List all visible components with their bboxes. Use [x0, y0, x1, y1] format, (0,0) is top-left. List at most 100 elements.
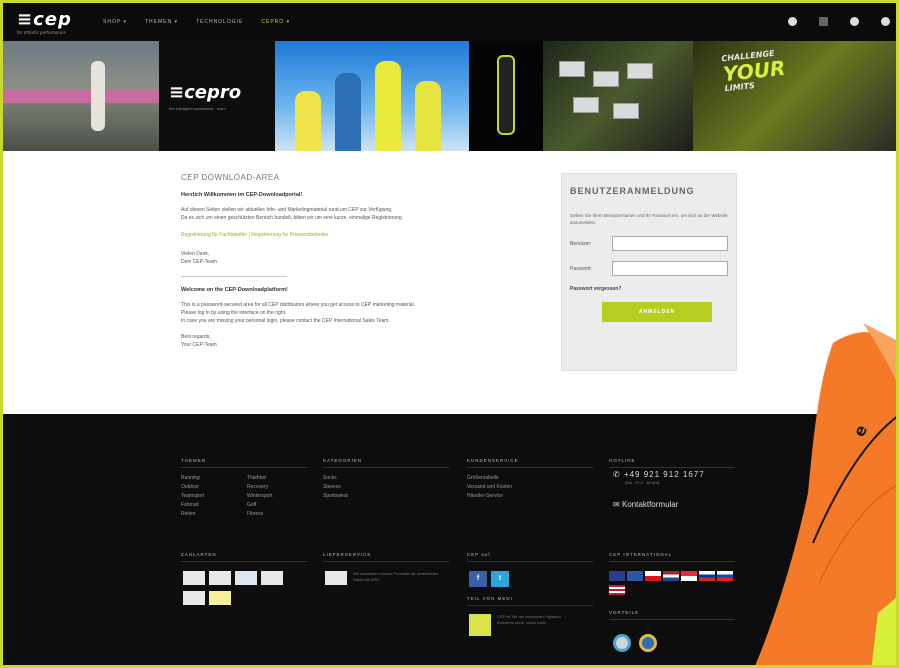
cep-logo[interactable]: ≡cep for athletic performance [17, 9, 87, 35]
footer-cep-auf-heading: CEP auf [467, 552, 593, 562]
payment-logo [209, 591, 231, 605]
footer-link[interactable]: Reiten [181, 510, 204, 519]
footer-hotline-heading: HOTLINE [609, 458, 735, 468]
divider [181, 276, 287, 277]
footer-link[interactable]: Running [181, 474, 204, 483]
footer-kundenservice-list: Größentabelle Versand und Kosten Händler… [467, 474, 512, 501]
challenge-text: CHALLENGE YOUR LIMITS [721, 48, 787, 94]
register-dealer-link[interactable]: Registrierung für Fachhändler [181, 232, 247, 238]
flag-cz-icon[interactable] [645, 571, 661, 581]
password-input[interactable] [612, 261, 728, 276]
username-input[interactable] [612, 236, 728, 251]
footer-link[interactable]: Fahrrad [181, 501, 204, 510]
medi-text: CEP ist Teil der deutschen Hightech Konz… [497, 614, 561, 625]
footer-link[interactable]: Outdoor [181, 483, 204, 492]
hero-banner: ≡cepro the intelligent sportswear · team… [3, 41, 896, 151]
bag-icon[interactable] [819, 17, 828, 26]
thanks-line-1: Vielen Dank, [181, 251, 210, 257]
footer-link[interactable]: Wintersport [247, 492, 273, 501]
welcome-heading-de: Herzlich Willkommen im CEP-Downloadporta… [181, 192, 303, 198]
banner-booth-photo [543, 41, 693, 151]
contact-form-link[interactable]: ✉ Kontaktformular [613, 500, 678, 509]
footer-link[interactable]: Sleeves [323, 483, 348, 492]
hotline-number[interactable]: ✆ +49 921 912 1677 [613, 470, 705, 479]
login-button[interactable]: ANMELDEN [602, 302, 712, 322]
cepro-tagline: the intelligent sportswear · team [169, 105, 226, 111]
footer-link[interactable]: Fitness [247, 510, 273, 519]
payment-logo [183, 591, 205, 605]
logo-text: ≡cep [17, 9, 72, 30]
delivery-text: Wir versenden unsere Produkte als versic… [353, 571, 439, 582]
flag-us-icon[interactable] [609, 585, 625, 595]
logo-tagline: for athletic performance [17, 30, 66, 35]
flag-nl-icon[interactable] [663, 571, 679, 581]
banner-challenge-photo: CHALLENGE YOUR LIMITS [693, 41, 896, 151]
trust-badge-icon [613, 634, 631, 652]
ssl-badge-icon [639, 634, 657, 652]
login-title: BENUTZERANMELDUNG [570, 186, 695, 196]
payment-logo [235, 571, 257, 585]
intro-text-de-1: Auf diesen Seiten stellen wir aktuelles … [181, 207, 393, 213]
forgot-password-link[interactable]: Passwort vergessen? [570, 286, 728, 292]
footer-vorteile-heading: VORTEILE [609, 610, 735, 620]
nav-technologie[interactable]: TECHNOLOGIE [196, 19, 243, 25]
register-press-link[interactable]: Registrierung für Pressemitarbeiter [251, 232, 329, 238]
banner-cepro-logo: ≡cepro the intelligent sportswear · team [159, 41, 275, 151]
footer-themen-heading: THEMEN [181, 458, 307, 468]
footer-teil-heading: TEIL VON MEDI [467, 596, 593, 606]
password-label: Passwort: [570, 265, 592, 272]
footer-kundenservice-heading: KUNDENSERVICE [467, 458, 593, 468]
intro-text-de-2: Da es sich um einen geschützten Bereich … [181, 215, 404, 221]
footer-lieferservice-heading: LIEFERSERVICE [323, 552, 449, 562]
footer-link[interactable]: Triathlon [247, 474, 273, 483]
footer-link[interactable]: Golf [247, 501, 273, 510]
login-panel: BENUTZERANMELDUNG Geben Sie Ihren Benutz… [561, 173, 737, 371]
username-row: Benutzer: [570, 236, 728, 251]
payment-logo [209, 571, 231, 585]
top-nav-bar: ≡cep for athletic performance SHOP ▾ THEM… [3, 3, 896, 41]
finish-tape [3, 89, 159, 103]
footer-link[interactable]: Sportswear [323, 492, 348, 501]
user-icon[interactable] [850, 17, 859, 26]
download-area-text: CEP DOWNLOAD-AREA Herzlich Willkommen im… [181, 173, 521, 349]
header-icons [788, 17, 890, 26]
footer-link[interactable]: Recovery [247, 483, 273, 492]
nav-themen[interactable]: THEMEN ▾ [145, 19, 178, 25]
login-intro: Geben Sie Ihren Benutzernamen und Ihr Pa… [570, 213, 728, 225]
main-nav: SHOP ▾ THEMEN ▾ TECHNOLOGIE CEPRO ▾ [103, 19, 290, 25]
footer-link[interactable]: Teamsport [181, 492, 204, 501]
nav-shop[interactable]: SHOP ▾ [103, 19, 127, 25]
cepro-logo-text: ≡cepro [169, 81, 242, 103]
welcome-heading-en: Welcome on the CEP-Downloadplatform! [181, 287, 288, 293]
flag-ru-icon[interactable] [699, 571, 715, 581]
footer-link[interactable]: Versand und Kosten [467, 483, 512, 492]
banner-athletes-photo [275, 41, 469, 151]
contact-form-text: Kontaktformular [621, 500, 679, 509]
globe-icon[interactable] [788, 17, 797, 26]
nav-cepro[interactable]: CEPRO ▾ [261, 19, 290, 25]
username-label: Benutzer: [570, 240, 592, 247]
page-title: CEP DOWNLOAD-AREA [181, 173, 280, 182]
sock-figure [497, 55, 515, 135]
payment-logo [183, 571, 205, 585]
footer-link[interactable]: Socks [323, 474, 348, 483]
settings-icon[interactable] [881, 17, 890, 26]
intro-text-en-2: Please log in by using the interface on … [181, 310, 287, 316]
flag-uk-icon[interactable] [609, 571, 625, 581]
flag-au-icon[interactable] [627, 571, 643, 581]
footer-link[interactable]: Händler-Service [467, 492, 512, 501]
payment-logo [261, 571, 283, 585]
screenshot-frame: ≡cep for athletic performance SHOP ▾ THEM… [0, 0, 899, 668]
flag-sk-icon[interactable] [717, 571, 733, 581]
twitter-icon[interactable]: t [491, 571, 509, 587]
medi-logo[interactable] [469, 614, 491, 636]
flag-at-icon[interactable] [681, 571, 697, 581]
password-row: Passwort: [570, 261, 728, 276]
thanks-line-2: Dein CEP-Team [181, 259, 217, 265]
phone-icon: ✆ [613, 470, 624, 479]
banner-sock-photo [469, 41, 543, 151]
footer-kategorien-heading: KATEGORIEN [323, 458, 449, 468]
hotline-hours: (Mo - Fr 9 - 18 Uhr) [625, 480, 660, 485]
footer-link[interactable]: Größentabelle [467, 474, 512, 483]
facebook-icon[interactable]: f [469, 571, 487, 587]
